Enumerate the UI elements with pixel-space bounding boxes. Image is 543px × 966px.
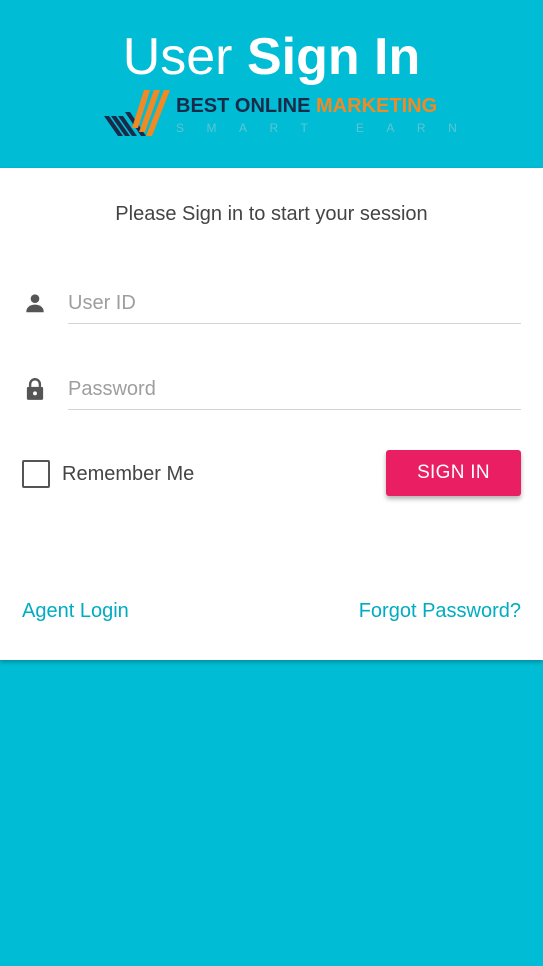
logo-tagline: SMART EARN [176,121,480,135]
agent-login-link[interactable]: Agent Login [22,600,129,623]
lock-icon [22,376,48,402]
sign-in-card: Please Sign in to start your session Rem… [0,168,543,660]
forgot-password-link[interactable]: Forgot Password? [359,600,521,623]
logo-marketing: MARKETING [316,95,438,117]
remember-me[interactable]: Remember Me [22,458,194,490]
header: User Sign In BEST ONLINE MARKETING SMART… [0,0,543,168]
user-id-input[interactable] [68,284,521,324]
title-bold: Sign In [246,28,421,86]
remember-me-label: Remember Me [62,462,195,485]
page-title: User Sign In [0,26,543,88]
session-subtitle: Please Sign in to start your session [115,203,428,225]
logo-best-online: BEST ONLINE [176,95,311,117]
logo-wordmark: BEST ONLINE MARKETING [176,95,437,118]
person-icon [22,290,48,316]
logo-stripes-icon [104,90,170,136]
title-light: User [122,28,233,86]
sign-in-button[interactable]: SIGN IN [386,450,521,496]
remember-me-checkbox[interactable] [22,460,50,488]
password-input[interactable] [68,370,521,410]
brand-logo: BEST ONLINE MARKETING SMART EARN [104,88,457,140]
